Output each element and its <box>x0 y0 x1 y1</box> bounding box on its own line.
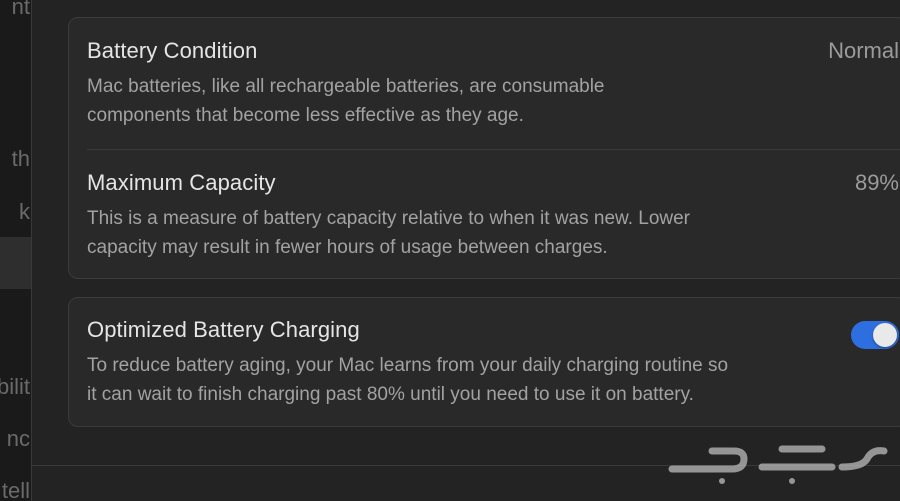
description-line: To reduce battery aging, your Mac learns… <box>87 355 729 376</box>
battery-condition-row: Battery Condition Normal Mac batteries, … <box>87 38 899 133</box>
sidebar-item[interactable]: nc <box>0 424 30 454</box>
battery-condition-value: Normal <box>828 38 899 63</box>
battery-condition-title: Battery Condition <box>87 38 258 63</box>
row-divider <box>87 149 900 150</box>
sidebar-item[interactable]: nt <box>0 0 30 22</box>
maximum-capacity-description: This is a measure of battery capacity re… <box>87 204 827 262</box>
sidebar-item[interactable]: k <box>0 197 30 227</box>
maximum-capacity-title: Maximum Capacity <box>87 170 276 195</box>
optimized-charging-title: Optimized Battery Charging <box>87 317 360 342</box>
description-line: capacity may result in fewer hours of us… <box>87 237 608 258</box>
toggle-knob <box>873 323 897 347</box>
battery-condition-description: Mac batteries, like all rechargeable bat… <box>87 72 827 130</box>
sidebar-item[interactable]: th <box>0 144 30 174</box>
optimized-charging-group: Optimized Battery Charging To reduce bat… <box>68 297 900 427</box>
sidebar: nt th k bilit nc tell <box>0 0 32 501</box>
description-line: components that become less effective as… <box>87 105 524 126</box>
optimized-charging-toggle[interactable] <box>851 321 899 349</box>
optimized-charging-description: To reduce battery aging, your Mac learns… <box>87 351 847 409</box>
optimized-charging-row: Optimized Battery Charging To reduce bat… <box>87 317 899 412</box>
description-line: This is a measure of battery capacity re… <box>87 208 690 229</box>
description-line: Mac batteries, like all rechargeable bat… <box>87 76 605 97</box>
battery-settings-screen: nt th k bilit nc tell Battery Condition … <box>0 0 900 501</box>
main-content: Battery Condition Normal Mac batteries, … <box>32 0 900 501</box>
description-line: it can wait to finish charging past 80% … <box>87 384 694 405</box>
battery-health-group: Battery Condition Normal Mac batteries, … <box>68 17 900 279</box>
maximum-capacity-value: 89% <box>854 170 899 195</box>
sidebar-item[interactable]: tell <box>0 476 30 501</box>
sidebar-item-selected[interactable] <box>0 237 31 289</box>
haraj-watermark-logo <box>668 445 888 484</box>
maximum-capacity-row: Maximum Capacity 89% This is a measure o… <box>87 170 899 265</box>
sidebar-item[interactable]: bilit <box>0 372 30 402</box>
